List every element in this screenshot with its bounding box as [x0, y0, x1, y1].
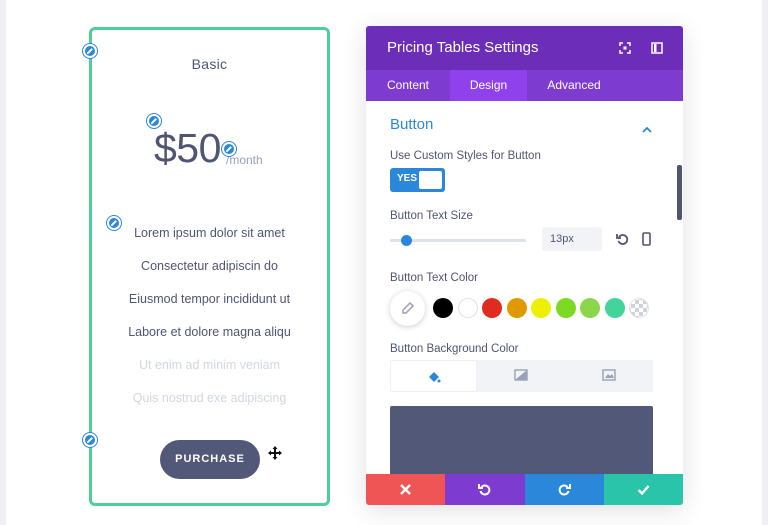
color-picker-button[interactable] — [390, 291, 425, 326]
edit-pencil-icon[interactable] — [222, 142, 236, 156]
canvas-edge-right — [762, 0, 768, 525]
toggle-knob — [419, 171, 442, 189]
text-size-input[interactable]: 13px — [542, 227, 602, 251]
feature-item: Labore et dolore magna aliqu — [128, 325, 291, 339]
save-button[interactable] — [603, 474, 683, 505]
settings-panel: Pricing Tables Settings Content Design A… — [366, 26, 683, 505]
bg-tab-gradient[interactable] — [478, 360, 565, 392]
feature-item-excluded: Quis nostrud exe adipiscing — [132, 391, 287, 405]
color-swatch[interactable] — [457, 298, 478, 318]
background-type-tabs — [390, 360, 653, 392]
pricing-price: $50 — [154, 125, 221, 171]
slider-handle[interactable] — [400, 235, 412, 246]
panel-title: Pricing Tables Settings — [387, 39, 539, 56]
color-swatch[interactable] — [629, 298, 649, 318]
text-color-label: Button Text Color — [390, 272, 479, 284]
chevron-up-icon[interactable] — [642, 120, 652, 138]
redo-button[interactable] — [524, 474, 604, 505]
color-fill-icon — [429, 372, 441, 383]
custom-styles-label: Use Custom Styles for Button — [390, 150, 541, 162]
color-swatch[interactable] — [433, 298, 453, 318]
color-swatch[interactable] — [531, 298, 551, 318]
mobile-icon[interactable] — [642, 232, 651, 251]
feature-item: Lorem ipsum dolor sit amet — [134, 226, 285, 240]
check-icon — [637, 485, 650, 496]
edit-pencil-icon[interactable] — [83, 433, 97, 447]
color-swatch[interactable] — [580, 298, 600, 318]
color-swatch[interactable] — [604, 298, 625, 318]
feature-item: Consectetur adipiscin do — [141, 259, 278, 273]
bg-color-label: Button Background Color — [390, 343, 519, 355]
bg-tab-color[interactable] — [390, 360, 477, 392]
text-size-label: Button Text Size — [390, 210, 473, 222]
purchase-button[interactable]: PURCHASE — [160, 440, 260, 479]
move-cursor-icon — [268, 446, 282, 465]
redo-icon — [558, 484, 571, 496]
edit-pencil-icon[interactable] — [83, 44, 97, 58]
canvas-edge-left — [0, 0, 6, 525]
pricing-table-card[interactable]: Basic $50 /month Lorem ipsum dolor sit a… — [89, 27, 330, 506]
feature-item: Eiusmod tempor incididunt ut — [128, 292, 291, 306]
image-icon — [602, 369, 616, 381]
scrollbar[interactable] — [677, 165, 682, 220]
panel-body: Button Use Custom Styles for Button YES … — [366, 101, 683, 476]
color-swatch[interactable] — [555, 298, 576, 318]
sidebar-icon[interactable] — [651, 41, 663, 59]
background-color-preview[interactable] — [390, 406, 653, 476]
gradient-icon — [514, 369, 528, 381]
discard-button[interactable] — [366, 474, 446, 505]
feature-item-excluded: Ut enim ad minim veniam — [138, 358, 280, 372]
custom-styles-toggle[interactable]: YES — [390, 168, 445, 192]
edit-pencil-icon[interactable] — [107, 216, 121, 230]
undo-button[interactable] — [445, 474, 525, 505]
panel-tabs: Content Design Advanced — [366, 70, 683, 101]
pricing-title: Basic — [191, 56, 228, 72]
tab-advanced[interactable]: Advanced — [527, 70, 621, 101]
tab-design[interactable]: Design — [450, 70, 527, 101]
undo-icon — [478, 484, 491, 496]
toggle-label: YES — [397, 173, 418, 184]
expand-icon[interactable] — [619, 41, 631, 59]
reset-icon[interactable] — [616, 233, 629, 251]
eyedropper-icon — [402, 301, 415, 314]
edit-pencil-icon[interactable] — [147, 114, 161, 128]
bg-tab-image[interactable] — [566, 360, 653, 392]
color-swatch[interactable] — [506, 298, 527, 318]
section-title[interactable]: Button — [390, 116, 433, 133]
panel-header[interactable]: Pricing Tables Settings — [366, 26, 683, 70]
builder-canvas: Basic $50 /month Lorem ipsum dolor sit a… — [0, 0, 768, 525]
close-icon — [400, 484, 411, 495]
action-bar — [366, 474, 683, 505]
tab-content[interactable]: Content — [366, 70, 450, 101]
color-swatch[interactable] — [482, 298, 502, 318]
feature-list: Lorem ipsum dolor sit amet Consectetur a… — [92, 224, 327, 422]
